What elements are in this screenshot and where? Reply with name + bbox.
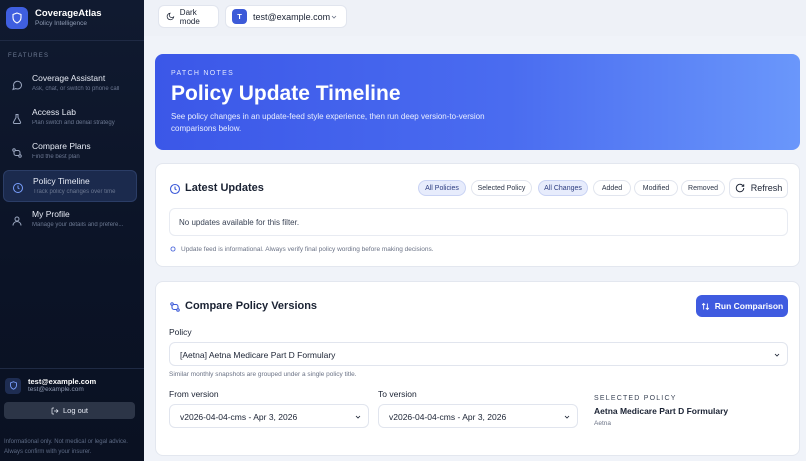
latest-updates-card: Latest Updates All Policies Selected Pol… <box>155 163 800 267</box>
user-card: test@example.com test@example.com <box>5 377 96 394</box>
sparkle-icon <box>170 246 176 252</box>
from-version-select[interactable]: v2026-04-04-cms - Apr 3, 2026 <box>169 404 369 428</box>
dark-mode-toggle[interactable]: Dark mode <box>158 5 219 28</box>
compare-versions-card: Compare Policy Versions Run Comparison P… <box>155 281 800 456</box>
section-label: FEATURES <box>8 53 50 59</box>
from-version-value: v2026-04-04-cms - Apr 3, 2026 <box>180 412 298 422</box>
policy-select-value: [Aetna] Aetna Medicare Part D Formulary <box>180 350 336 360</box>
to-version-select[interactable]: v2026-04-04-cms - Apr 3, 2026 <box>378 404 578 428</box>
swap-arrows-icon <box>701 302 709 310</box>
info-note-text: Update feed is informational. Always ver… <box>181 245 434 253</box>
sidebar-item-policy-timeline[interactable]: Policy Timeline Track policy changes ove… <box>3 170 137 202</box>
to-version-label: To version <box>378 389 417 399</box>
chevron-down-icon <box>331 15 337 19</box>
filter-selected-policy[interactable]: Selected Policy <box>471 180 532 196</box>
chevron-down-icon <box>774 353 780 357</box>
clock-icon <box>12 181 24 193</box>
selected-policy-title: Aetna Medicare Part D Formulary <box>594 406 729 416</box>
sidebar-item-compare-plans[interactable]: Compare Plans Find the best plan <box>3 136 137 168</box>
user-icon <box>11 214 23 226</box>
sidebar-item-label: Compare Plans <box>32 141 91 151</box>
sidebar-item-my-profile[interactable]: My Profile Manage your details and prefe… <box>3 204 137 236</box>
shield-logo-icon <box>6 7 28 29</box>
chevron-down-icon <box>355 415 361 419</box>
info-note: Update feed is informational. Always ver… <box>169 245 434 253</box>
to-version-value: v2026-04-04-cms - Apr 3, 2026 <box>389 412 507 422</box>
account-email: test@example.com <box>253 11 331 22</box>
divider <box>0 40 144 41</box>
avatar: T <box>232 9 247 24</box>
chat-bubble-icon <box>11 78 23 91</box>
filter-all-changes[interactable]: All Changes <box>538 180 588 196</box>
logout-icon <box>51 407 59 414</box>
sidebar: CoverageAtlas Policy Intelligence FEATUR… <box>0 0 144 461</box>
policy-select[interactable]: [Aetna] Aetna Medicare Part D Formulary <box>169 342 788 366</box>
user-email-secondary: test@example.com <box>28 386 84 393</box>
flask-icon <box>11 112 23 124</box>
divider <box>0 368 144 369</box>
empty-state: No updates available for this filter. <box>169 208 788 236</box>
filter-modified[interactable]: Modified <box>634 180 678 196</box>
compare-arrows-icon <box>11 146 23 158</box>
sidebar-item-label: My Profile <box>32 209 70 219</box>
filter-removed[interactable]: Removed <box>681 180 725 196</box>
sidebar-item-subtitle: Find the best plan <box>32 154 80 160</box>
sidebar-item-coverage-assistant[interactable]: Coverage Assistant Ask, chat, or switch … <box>3 68 137 100</box>
hero-kicker: PATCH NOTES <box>171 70 235 77</box>
refresh-icon <box>735 183 744 193</box>
sidebar-item-label: Access Lab <box>32 107 76 117</box>
sidebar-item-label: Coverage Assistant <box>32 73 106 83</box>
hero-description: See policy changes in an update-feed sty… <box>171 112 485 133</box>
brand-name: CoverageAtlas <box>35 8 102 19</box>
logout-button[interactable]: Log out <box>4 402 135 419</box>
selected-policy-kicker: SELECTED POLICY <box>594 395 677 402</box>
policy-label: Policy <box>169 327 192 337</box>
brand[interactable]: CoverageAtlas Policy Intelligence <box>6 7 102 29</box>
filter-all-policies[interactable]: All Policies <box>418 180 466 196</box>
moon-icon <box>166 12 175 21</box>
sidebar-item-label: Policy Timeline <box>33 176 90 186</box>
sidebar-item-subtitle: Plan switch and denial strategy <box>32 120 115 126</box>
compare-arrows-icon <box>169 300 181 318</box>
user-email: test@example.com <box>28 377 97 386</box>
policy-hint: Similar monthly snapshots are grouped un… <box>169 371 357 378</box>
selected-policy-payer: Aetna <box>594 420 611 427</box>
sidebar-item-access-lab[interactable]: Access Lab Plan switch and denial strate… <box>3 102 137 134</box>
logout-label: Log out <box>62 406 89 415</box>
chevron-down-icon <box>564 415 570 419</box>
run-comparison-button[interactable]: Run Comparison <box>696 295 788 317</box>
brand-tagline: Policy Intelligence <box>35 20 88 27</box>
section-title: Latest Updates <box>185 182 264 194</box>
shield-avatar-icon <box>5 377 21 394</box>
clock-icon <box>169 182 181 200</box>
refresh-button[interactable]: Refresh <box>729 178 788 198</box>
refresh-label: Refresh <box>750 183 783 193</box>
sidebar-item-subtitle: Manage your details and prefere... <box>32 222 124 228</box>
sidebar-item-subtitle: Track policy changes over time <box>33 189 116 195</box>
filter-added[interactable]: Added <box>593 180 631 196</box>
run-comparison-label: Run Comparison <box>714 301 784 311</box>
dark-mode-label: Dark mode <box>179 7 200 26</box>
account-menu[interactable]: T test@example.com <box>225 5 347 28</box>
section-title: Compare Policy Versions <box>185 300 318 312</box>
disclaimer: Informational only. Not medical or legal… <box>4 439 128 455</box>
from-version-label: From version <box>169 389 219 399</box>
sidebar-item-subtitle: Ask, chat, or switch to phone call <box>32 86 120 92</box>
hero-banner: PATCH NOTES Policy Update Timeline See p… <box>155 54 800 150</box>
page-title: Policy Update Timeline <box>171 82 401 105</box>
